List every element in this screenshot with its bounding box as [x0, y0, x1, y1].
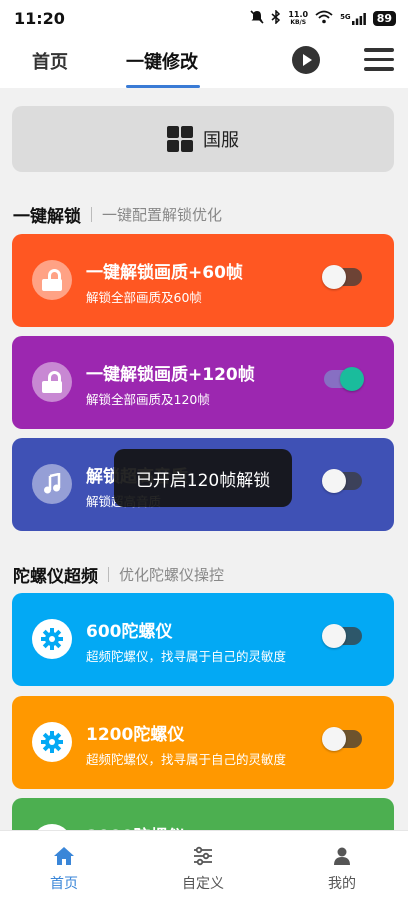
section-subtitle: 优化陀螺仪操控 — [119, 566, 225, 584]
section-header-unlock: 一键解锁 一键配置解锁优化 — [13, 202, 222, 227]
toggle-switch[interactable] — [322, 469, 362, 493]
card-unlock-60fps[interactable]: 一键解锁画质+60帧 解锁全部画质及60帧 — [12, 234, 394, 327]
wifi-icon — [315, 10, 333, 27]
bottom-nav-label: 我的 — [328, 876, 356, 892]
home-icon — [24, 845, 104, 867]
card-unlock-120fps[interactable]: 一键解锁画质+120帧 解锁全部画质及120帧 — [12, 336, 394, 429]
divider — [108, 567, 109, 582]
card-subtitle: 解锁全部画质及60帧 — [86, 290, 202, 305]
card-title: 一键解锁画质+120帧 — [86, 365, 255, 385]
bottom-nav-label: 自定义 — [182, 876, 224, 892]
section-title: 陀螺仪超频 — [13, 567, 98, 587]
user-icon — [302, 845, 382, 867]
cellular-signal-icon: 5G — [340, 12, 366, 25]
server-select-button[interactable]: 国服 — [12, 106, 394, 172]
toggle-switch[interactable] — [322, 727, 362, 751]
toggle-switch[interactable] — [324, 367, 364, 391]
section-subtitle: 一键配置解锁优化 — [102, 206, 223, 224]
bottom-nav-profile[interactable]: 我的 — [302, 845, 382, 893]
sliders-icon — [163, 845, 243, 867]
server-label: 国服 — [203, 130, 239, 151]
bottom-nav-home[interactable]: 首页 — [24, 845, 104, 893]
net-speed: 11.0 KB/S — [288, 9, 309, 26]
section-title: 一键解锁 — [13, 207, 81, 227]
toast-message: 已开启120帧解锁 — [114, 449, 292, 507]
divider — [91, 207, 92, 222]
toggle-switch[interactable] — [322, 624, 362, 648]
card-gyro-600[interactable]: 600陀螺仪 超频陀螺仪，找寻属于自己的灵敏度 — [12, 593, 394, 686]
card-subtitle: 超频陀螺仪，找寻属于自己的灵敏度 — [86, 649, 287, 664]
gear-icon — [32, 722, 72, 762]
bluetooth-icon — [271, 9, 281, 27]
status-bar: 11:20 11.0 KB/S 5G 89 — [0, 0, 408, 36]
section-header-gyro: 陀螺仪超频 优化陀螺仪操控 — [13, 562, 224, 587]
play-button[interactable] — [292, 46, 320, 74]
top-nav: 首页 一键修改 — [0, 36, 408, 88]
unlock-icon — [32, 260, 72, 300]
mute-icon — [250, 10, 264, 27]
music-note-icon — [32, 464, 72, 504]
bottom-nav-custom[interactable]: 自定义 — [163, 845, 243, 893]
hamburger-menu-icon[interactable] — [364, 48, 394, 72]
bottom-nav: 首页 自定义 我的 — [0, 830, 408, 908]
tab-one-click-modify[interactable]: 一键修改 — [126, 48, 198, 74]
status-time: 11:20 — [14, 9, 65, 28]
unlock-icon — [32, 362, 72, 402]
active-tab-indicator — [126, 85, 200, 88]
gear-icon — [32, 619, 72, 659]
bottom-nav-label: 首页 — [50, 876, 78, 892]
tab-home[interactable]: 首页 — [32, 48, 68, 74]
card-title: 1200陀螺仪 — [86, 725, 185, 745]
card-title: 一键解锁画质+60帧 — [86, 263, 243, 283]
grid-icon — [167, 126, 193, 152]
card-subtitle: 解锁全部画质及120帧 — [86, 392, 210, 407]
card-title: 600陀螺仪 — [86, 622, 173, 642]
card-subtitle: 超频陀螺仪，找寻属于自己的灵敏度 — [86, 752, 287, 767]
toggle-switch[interactable] — [322, 265, 362, 289]
battery-indicator: 89 — [372, 11, 396, 26]
card-gyro-1200[interactable]: 1200陀螺仪 超频陀螺仪，找寻属于自己的灵敏度 — [12, 696, 394, 789]
status-icons: 11.0 KB/S 5G 89 — [250, 9, 396, 27]
